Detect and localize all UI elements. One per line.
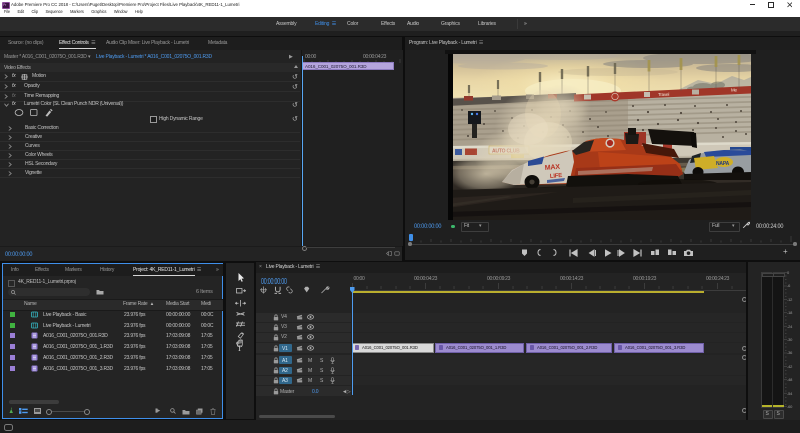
- svg-text:Me: Me: [731, 88, 738, 93]
- svg-text:MAX: MAX: [545, 164, 561, 172]
- svg-text:NAPA: NAPA: [716, 161, 730, 167]
- svg-text:T: T: [237, 344, 242, 353]
- svg-text:Travel: Travel: [658, 92, 669, 97]
